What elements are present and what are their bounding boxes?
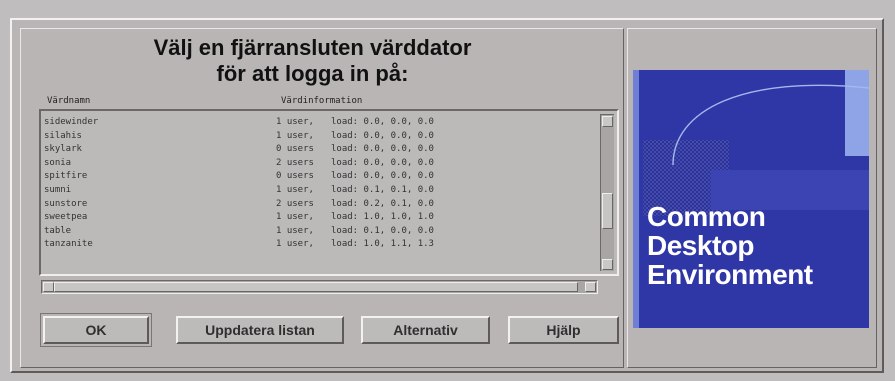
- horizontal-scroll-thumb[interactable]: [54, 282, 578, 292]
- host-name: silahis: [44, 130, 82, 141]
- vertical-scroll-thumb[interactable]: [602, 193, 613, 229]
- title-line-1: Välj en fjärransluten värddator: [153, 35, 472, 60]
- host-name: sunstore: [44, 198, 88, 209]
- dialog-title: Välj en fjärransluten värddator för att …: [40, 35, 585, 87]
- host-users: 0 users: [276, 171, 314, 182]
- logo-line-3: Environment: [647, 259, 813, 290]
- host-name: sonia: [44, 157, 72, 168]
- vertical-scrollbar[interactable]: [600, 114, 614, 271]
- host-list-rows: sidewinder 1 user, load: 0.0, 0.0, 0.0 sila…: [44, 116, 594, 252]
- host-list-item[interactable]: silahis 1 user, load: 0.0, 0.0, 0.0: [44, 130, 594, 144]
- host-name: sweetpea: [44, 212, 88, 223]
- horizontal-scrollbar[interactable]: [41, 280, 598, 294]
- host-users: 0 users: [276, 144, 314, 155]
- host-users: 2 users: [276, 198, 314, 209]
- host-list-item[interactable]: sonia 2 users load: 0.0, 0.0, 0.0: [44, 157, 594, 171]
- host-name: sumni: [44, 184, 72, 195]
- host-name: skylark: [44, 144, 82, 155]
- host-load: load: 0.2, 0.1, 0.0: [331, 198, 434, 209]
- column-header-host-name: Värdnamn: [47, 96, 91, 106]
- host-load: load: 1.0, 1.0, 1.0: [331, 212, 434, 223]
- help-button[interactable]: Hjälp: [508, 316, 619, 344]
- host-load: load: 0.0, 0.0, 0.0: [331, 117, 434, 127]
- host-list-item[interactable]: sunstore 2 users load: 0.2, 0.1, 0.0: [44, 198, 594, 212]
- host-list-item[interactable]: sidewinder 1 user, load: 0.0, 0.0, 0.0: [44, 116, 594, 130]
- ok-button[interactable]: OK: [43, 316, 149, 344]
- scroll-right-arrow-icon[interactable]: [585, 282, 596, 292]
- title-line-2: för att logga in på:: [216, 61, 409, 86]
- host-users: 1 user,: [276, 225, 314, 236]
- host-load: load: 0.0, 0.0, 0.0: [331, 171, 434, 182]
- refresh-list-button[interactable]: Uppdatera listan: [176, 316, 344, 344]
- cde-logo: Common Desktop Environment: [633, 70, 869, 328]
- host-list-item[interactable]: tanzanite 1 user, load: 1.0, 1.1, 1.3: [44, 238, 594, 252]
- host-list[interactable]: sidewinder 1 user, load: 0.0, 0.0, 0.0 sila…: [39, 109, 619, 276]
- host-list-item[interactable]: table 1 user, load: 0.1, 0.0, 0.0: [44, 225, 594, 239]
- scroll-up-arrow-icon[interactable]: [602, 116, 613, 127]
- scroll-down-arrow-icon[interactable]: [602, 259, 613, 270]
- cde-logo-text: Common Desktop Environment: [647, 202, 813, 289]
- host-load: load: 0.1, 0.0, 0.0: [331, 225, 434, 236]
- host-name: tanzanite: [44, 239, 93, 250]
- column-header-host-info: Värdinformation: [281, 96, 363, 106]
- host-load: load: 1.0, 1.1, 1.3: [331, 239, 434, 250]
- options-button[interactable]: Alternativ: [361, 316, 490, 344]
- host-name: table: [44, 225, 72, 236]
- host-load: load: 0.0, 0.0, 0.0: [331, 144, 434, 155]
- logo-line-1: Common: [647, 201, 766, 232]
- host-list-item[interactable]: spitfire 0 users load: 0.0, 0.0, 0.0: [44, 170, 594, 184]
- host-users: 1 user,: [276, 184, 314, 195]
- host-users: 1 user,: [276, 212, 314, 223]
- logo-line-2: Desktop: [647, 230, 754, 261]
- host-list-item[interactable]: sweetpea 1 user, load: 1.0, 1.0, 1.0: [44, 211, 594, 225]
- host-load: load: 0.1, 0.1, 0.0: [331, 184, 434, 195]
- scroll-left-arrow-icon[interactable]: [43, 282, 54, 292]
- host-load: load: 0.0, 0.0, 0.0: [331, 130, 434, 141]
- host-users: 1 user,: [276, 117, 314, 127]
- host-list-item[interactable]: skylark 0 users load: 0.0, 0.0, 0.0: [44, 143, 594, 157]
- host-name: spitfire: [44, 171, 88, 182]
- host-list-item[interactable]: sumni 1 user, load: 0.1, 0.1, 0.0: [44, 184, 594, 198]
- host-load: load: 0.0, 0.0, 0.0: [331, 157, 434, 168]
- host-users: 2 users: [276, 157, 314, 168]
- host-name: sidewinder: [44, 117, 99, 127]
- host-users: 1 user,: [276, 130, 314, 141]
- host-users: 1 user,: [276, 239, 314, 250]
